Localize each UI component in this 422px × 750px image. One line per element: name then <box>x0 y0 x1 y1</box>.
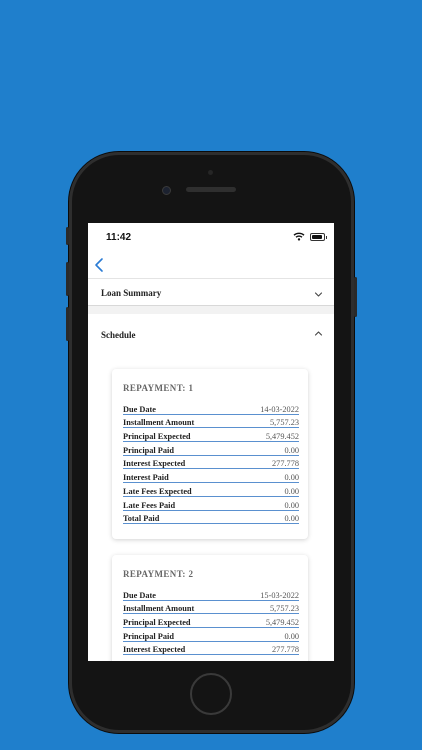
row-label: Late Fees Expected <box>123 486 192 496</box>
row-label: Total Paid <box>123 514 160 524</box>
table-row: Interest Expected 277.778 <box>123 456 299 470</box>
phone-frame: 11:42 Loan Summary Schedule REPAYMENT: 1… <box>66 152 357 733</box>
earpiece-speaker <box>186 187 236 192</box>
chevron-up-icon[interactable] <box>314 329 323 338</box>
row-label: Due Date <box>123 590 156 600</box>
table-row: Installment Amount 5,757.23 <box>123 601 299 615</box>
row-label: Interest Expected <box>123 645 186 655</box>
row-value: 15-03-2022 <box>260 590 299 600</box>
row-value: 14-03-2022 <box>260 404 299 414</box>
volume-up-button <box>66 262 69 296</box>
row-value: 5,479.452 <box>265 432 299 442</box>
loan-summary-section[interactable]: Loan Summary <box>88 279 334 305</box>
table-row: Principal Paid 0.00 <box>123 628 299 642</box>
repayment-rows: Due Date 14-03-2022 Installment Amount 5,7… <box>123 401 299 525</box>
status-bar: 11:42 <box>88 223 334 253</box>
table-row: Total Paid 0.00 <box>123 511 299 525</box>
repayment-title: REPAYMENT: 1 <box>123 383 194 393</box>
mute-switch <box>66 227 69 245</box>
table-row: Principal Expected 5,479.452 <box>123 614 299 629</box>
row-value: 5,479.452 <box>265 618 299 628</box>
table-row: Due Date 15-03-2022 <box>123 587 299 601</box>
row-value: 277.778 <box>272 645 299 655</box>
table-row: Installment Amount 5,757.23 <box>123 415 299 429</box>
table-row: Principal Expected 5,479.452 <box>123 428 299 443</box>
row-value: 5,757.23 <box>269 418 299 428</box>
row-value: 0.00 <box>284 631 299 641</box>
back-chevron-icon[interactable] <box>93 256 107 274</box>
row-value: 0.00 <box>284 445 299 455</box>
table-row: Late Fees Expected 0.00 <box>123 483 299 497</box>
wifi-icon <box>293 232 305 241</box>
row-value: 277.778 <box>272 459 299 469</box>
repayment-title: REPAYMENT: 2 <box>123 569 194 579</box>
row-value: 5,757.23 <box>269 604 299 614</box>
chevron-down-icon[interactable] <box>314 290 323 299</box>
section-divider <box>88 305 334 314</box>
row-value: 0.00 <box>284 514 299 524</box>
row-label: Principal Paid <box>123 445 174 455</box>
loan-summary-title: Loan Summary <box>101 288 162 298</box>
status-time: 11:42 <box>106 232 132 243</box>
row-label: Installment Amount <box>123 418 195 428</box>
repayment-rows: Due Date 15-03-2022 Installment Amount 5,7… <box>123 587 299 656</box>
home-button[interactable] <box>190 673 232 715</box>
schedule-section[interactable]: Schedule <box>88 314 334 354</box>
battery-icon <box>310 233 327 241</box>
row-label: Principal Expected <box>123 432 191 442</box>
row-label: Principal Expected <box>123 618 191 628</box>
row-value: 0.00 <box>284 500 299 510</box>
table-row: Late Fees Paid 0.00 <box>123 497 299 511</box>
row-label: Principal Paid <box>123 631 174 641</box>
row-value: 0.00 <box>284 473 299 483</box>
table-row: Principal Paid 0.00 <box>123 442 299 456</box>
front-camera <box>162 186 171 195</box>
row-label: Late Fees Paid <box>123 500 176 510</box>
app-screen: 11:42 Loan Summary Schedule REPAYMENT: 1… <box>88 223 334 661</box>
row-label: Installment Amount <box>123 604 195 614</box>
row-label: Interest Paid <box>123 473 169 483</box>
row-label: Due Date <box>123 404 156 414</box>
repayment-card: REPAYMENT: 1 Due Date 14-03-2022 Installm… <box>112 369 308 539</box>
table-row: Due Date 14-03-2022 <box>123 401 299 415</box>
row-label: Interest Expected <box>123 459 186 469</box>
nav-bar <box>88 253 334 279</box>
table-row: Interest Paid 0.00 <box>123 469 299 484</box>
row-value: 0.00 <box>284 486 299 496</box>
power-button <box>354 277 357 317</box>
schedule-title: Schedule <box>101 330 136 340</box>
repayment-card: REPAYMENT: 2 Due Date 15-03-2022 Installm… <box>112 555 308 661</box>
proximity-sensor <box>208 170 213 175</box>
volume-down-button <box>66 307 69 341</box>
table-row: Interest Expected 277.778 <box>123 642 299 656</box>
